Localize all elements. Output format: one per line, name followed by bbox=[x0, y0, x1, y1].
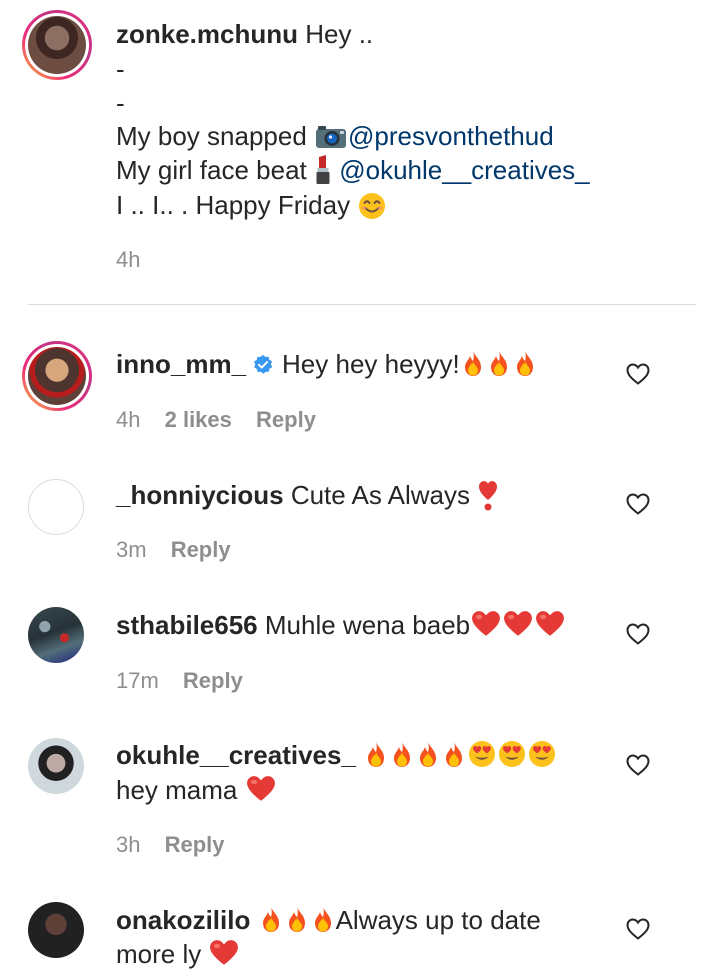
heart-exclamation-icon bbox=[478, 480, 498, 512]
caption-text-line5: My girl face beat bbox=[116, 155, 307, 185]
verified-badge-icon bbox=[252, 354, 274, 376]
comment-text: hey mama bbox=[116, 775, 238, 805]
heart-eyes-icon bbox=[528, 740, 556, 768]
like-comment-heart-icon[interactable] bbox=[626, 363, 650, 385]
reply-button[interactable]: Reply bbox=[165, 832, 225, 857]
camera-icon bbox=[315, 125, 347, 149]
comment-timestamp: 3h bbox=[116, 832, 141, 857]
caption-avatar[interactable] bbox=[22, 10, 92, 80]
red-heart-icon bbox=[471, 610, 501, 638]
caption-divider bbox=[28, 304, 696, 305]
comment-meta: 3m Reply bbox=[116, 536, 231, 564]
fire-icon bbox=[364, 740, 388, 768]
reply-button[interactable]: Reply bbox=[171, 537, 231, 562]
fire-icon bbox=[442, 740, 466, 768]
comment-timestamp: 4h bbox=[116, 407, 141, 432]
fire-icon bbox=[487, 349, 511, 377]
comment-meta: 3h Reply bbox=[116, 831, 225, 859]
commenter-username[interactable]: onakozililo bbox=[116, 905, 250, 935]
fire-icon bbox=[259, 905, 283, 933]
reply-button[interactable]: Reply bbox=[256, 407, 316, 432]
comment-text-line2: more ly bbox=[116, 939, 202, 969]
comment-timestamp: 17m bbox=[116, 668, 159, 693]
like-comment-heart-icon[interactable] bbox=[626, 918, 650, 940]
comment-text: Always up to date bbox=[335, 905, 541, 935]
commenter-avatar[interactable] bbox=[28, 902, 84, 958]
caption-text-line3: - bbox=[116, 88, 125, 118]
caption-username[interactable]: zonke.mchunu bbox=[116, 19, 298, 49]
commenter-avatar[interactable] bbox=[28, 607, 84, 663]
like-comment-heart-icon[interactable] bbox=[626, 623, 650, 645]
commenter-username[interactable]: okuhle__creatives_ bbox=[116, 740, 356, 770]
mention-presvonthethud[interactable]: @presvonthethud bbox=[348, 121, 554, 151]
commenter-username[interactable]: inno_mm_ bbox=[116, 349, 246, 379]
like-comment-heart-icon[interactable] bbox=[626, 493, 650, 515]
lipstick-icon bbox=[315, 155, 331, 185]
comment-likes-count[interactable]: 2 likes bbox=[165, 407, 232, 432]
heart-eyes-icon bbox=[498, 740, 526, 768]
comment-text: Hey hey heyyy! bbox=[282, 349, 460, 379]
caption-text-line2: - bbox=[116, 54, 125, 84]
reply-button[interactable]: Reply bbox=[183, 668, 243, 693]
comment-meta: 17m Reply bbox=[116, 667, 243, 695]
caption-text-line6: I .. I.. . Happy Friday bbox=[116, 190, 351, 220]
mention-okuhle-creatives[interactable]: @okuhle__creatives_ bbox=[339, 155, 589, 185]
fire-icon bbox=[416, 740, 440, 768]
caption-timestamp: 4h bbox=[116, 247, 141, 272]
red-heart-icon bbox=[503, 610, 533, 638]
commenter-avatar[interactable] bbox=[22, 341, 92, 411]
commenter-avatar[interactable] bbox=[28, 479, 84, 535]
comment-text: Muhle wena baeb bbox=[264, 610, 471, 640]
comment-meta: 4h 2 likes Reply bbox=[116, 406, 316, 434]
fire-icon bbox=[311, 905, 335, 933]
red-heart-icon bbox=[246, 775, 276, 803]
comment-timestamp: 3m bbox=[116, 537, 147, 562]
caption-text-line1: Hey .. bbox=[305, 19, 374, 49]
red-heart-icon bbox=[535, 610, 565, 638]
fire-icon bbox=[513, 349, 537, 377]
two-hearts-icon bbox=[209, 939, 239, 967]
heart-eyes-icon bbox=[468, 740, 496, 768]
like-comment-heart-icon[interactable] bbox=[626, 754, 650, 776]
caption-text-line4: My boy snapped bbox=[116, 121, 307, 151]
post-caption: zonke.mchunu Hey .. - - My boy snapped @… bbox=[0, 0, 720, 306]
comment-text: Cute As Always bbox=[290, 480, 471, 510]
commenter-username[interactable]: sthabile656 bbox=[116, 610, 258, 640]
fire-icon bbox=[285, 905, 309, 933]
commenter-avatar[interactable] bbox=[28, 738, 84, 794]
fire-icon bbox=[390, 740, 414, 768]
fire-icon bbox=[461, 349, 485, 377]
commenter-username[interactable]: _honniycious bbox=[116, 480, 284, 510]
smiling-face-icon bbox=[358, 192, 386, 220]
